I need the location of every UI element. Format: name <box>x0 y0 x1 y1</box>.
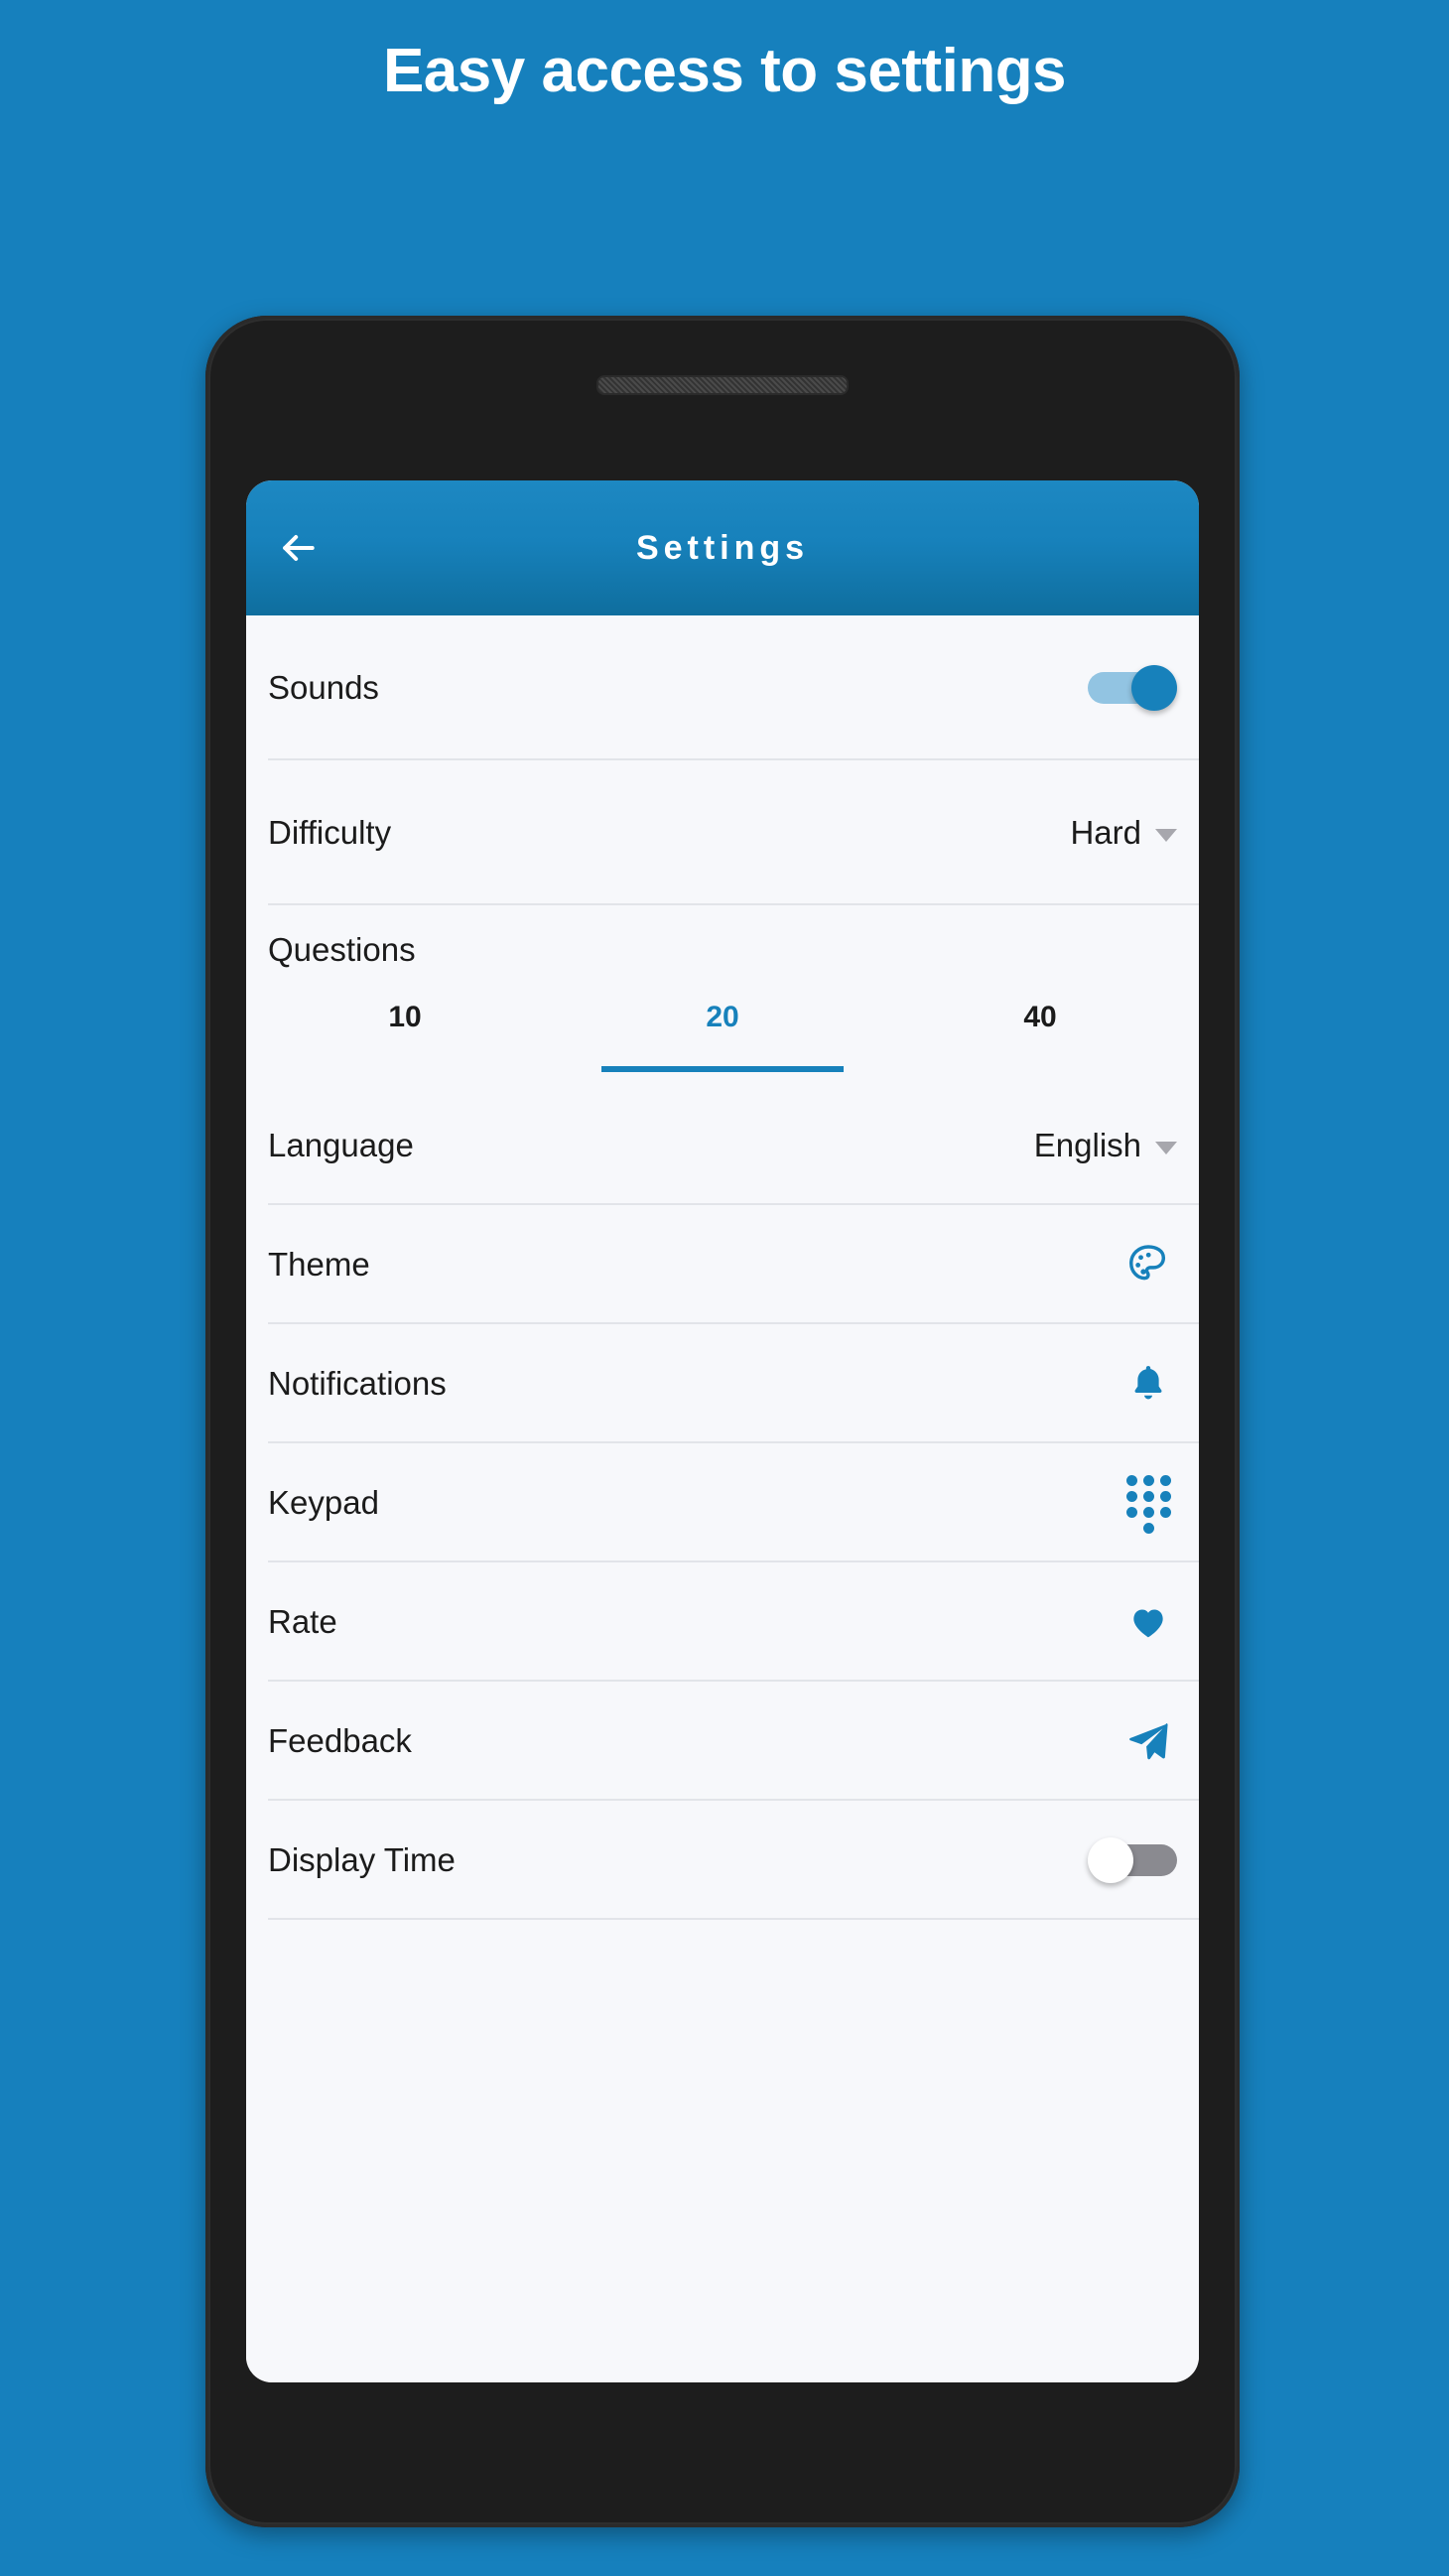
dialpad-dot <box>1159 1475 1171 1486</box>
settings-row-label: Keypad <box>268 1484 379 1521</box>
settings-row-label: Theme <box>268 1246 370 1283</box>
settings-row-label: Rate <box>268 1603 337 1640</box>
settings-row-label: Feedback <box>268 1722 412 1759</box>
phone-screen: Settings Sounds Difficulty Hard Question… <box>246 480 1199 2382</box>
dialpad-dot <box>1142 1507 1154 1518</box>
settings-row-label: Language <box>268 1127 414 1163</box>
back-button[interactable] <box>270 520 326 576</box>
sounds-toggle[interactable] <box>1088 665 1177 711</box>
settings-row-rate[interactable]: Rate <box>246 1562 1199 1682</box>
send-icon[interactable] <box>1120 1712 1177 1770</box>
toggle-thumb <box>1131 665 1177 711</box>
settings-row-keypad[interactable]: Keypad <box>246 1443 1199 1562</box>
settings-row-label: Display Time <box>268 1841 456 1878</box>
tab-questions-20[interactable]: 20 <box>564 995 881 1086</box>
list-empty-area <box>246 1920 1199 2382</box>
tab-label: 10 <box>388 1001 422 1033</box>
settings-row-label: Difficulty <box>268 814 392 851</box>
settings-row-label: Sounds <box>268 669 379 706</box>
dialpad-dot <box>1142 1523 1154 1534</box>
tab-questions-40[interactable]: 40 <box>881 995 1199 1086</box>
dialpad-dot <box>1159 1507 1171 1518</box>
settings-row-sounds[interactable]: Sounds <box>246 615 1199 760</box>
phone-device-frame: Settings Sounds Difficulty Hard Question… <box>205 316 1240 2527</box>
arrow-left-icon <box>276 526 320 570</box>
settings-row-questions: Questions 10 20 40 <box>246 905 1199 1086</box>
settings-row-feedback[interactable]: Feedback <box>246 1682 1199 1801</box>
chevron-down-icon <box>1155 1141 1177 1154</box>
tab-questions-10[interactable]: 10 <box>246 995 564 1086</box>
chevron-down-icon <box>1155 828 1177 842</box>
settings-row-notifications[interactable]: Notifications <box>246 1324 1199 1443</box>
language-value: English <box>1033 1127 1141 1163</box>
dialpad-dot <box>1142 1491 1154 1502</box>
difficulty-dropdown[interactable]: Hard <box>1070 814 1177 852</box>
settings-list: Sounds Difficulty Hard Questions 10 20 4… <box>246 615 1199 2382</box>
dialpad-dot <box>1159 1491 1171 1502</box>
questions-label: Questions <box>268 931 416 968</box>
page-title: Settings <box>635 528 810 567</box>
dialpad-icon[interactable] <box>1120 1474 1177 1534</box>
tab-selected-indicator <box>601 1066 844 1072</box>
difficulty-value: Hard <box>1070 814 1141 851</box>
dialpad-dot <box>1125 1475 1137 1486</box>
dialpad-dot <box>1125 1491 1137 1502</box>
row-divider <box>268 1918 1199 1920</box>
settings-row-display-time[interactable]: Display Time <box>246 1801 1199 1920</box>
settings-row-difficulty[interactable]: Difficulty Hard <box>246 760 1199 905</box>
settings-row-language[interactable]: Language English <box>246 1086 1199 1205</box>
settings-row-theme[interactable]: Theme <box>246 1205 1199 1324</box>
palette-icon[interactable] <box>1120 1236 1177 1293</box>
bell-icon[interactable] <box>1120 1355 1177 1413</box>
earpiece-speaker-grille <box>596 375 849 395</box>
tab-label: 20 <box>706 1001 739 1033</box>
settings-row-label: Notifications <box>268 1365 447 1402</box>
language-dropdown[interactable]: English <box>1034 1127 1177 1164</box>
questions-tabbar: 10 20 40 <box>246 995 1199 1086</box>
promo-headline: Easy access to settings <box>382 37 1067 105</box>
dialpad-dots <box>1125 1475 1171 1534</box>
heart-icon[interactable] <box>1120 1593 1177 1651</box>
display-time-toggle[interactable] <box>1088 1837 1177 1883</box>
app-bar: Settings <box>246 480 1199 615</box>
dialpad-dot <box>1125 1507 1137 1518</box>
tab-label: 40 <box>1023 1001 1057 1033</box>
dialpad-dot <box>1142 1475 1154 1486</box>
toggle-thumb <box>1088 1837 1133 1883</box>
